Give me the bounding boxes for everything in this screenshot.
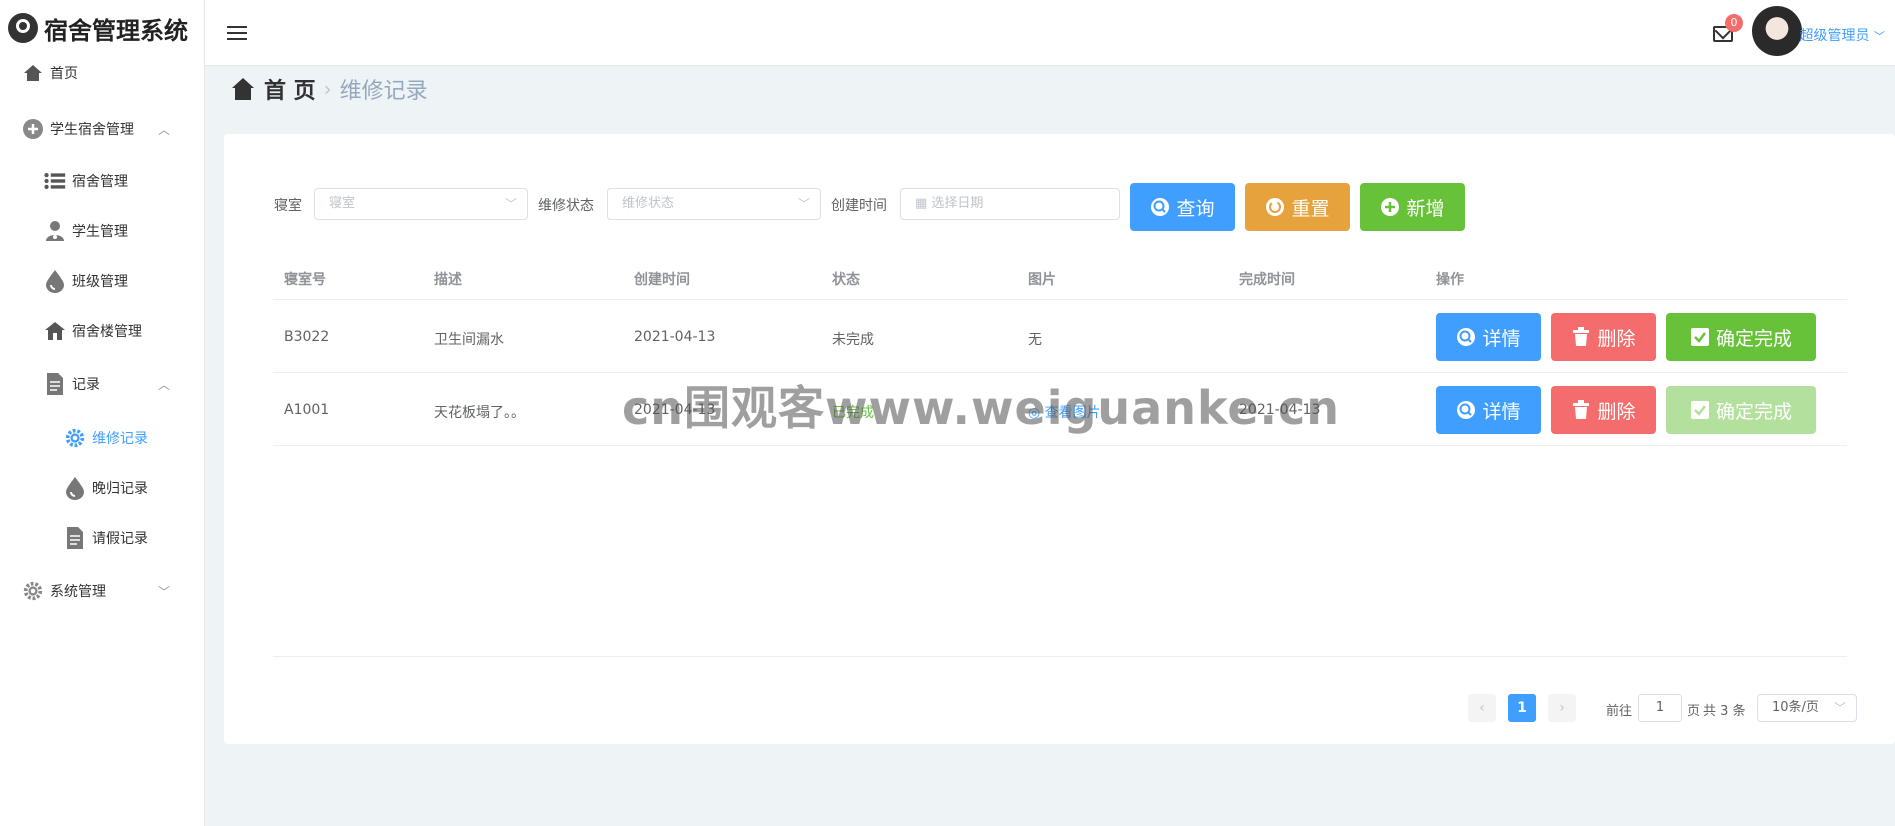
column-header-actions: 操作 bbox=[1436, 272, 1464, 288]
top-header: 0 超级管理员 ﹀ bbox=[205, 0, 1895, 66]
total-count: 共 3 条 bbox=[1703, 704, 1746, 719]
plus-circle-icon bbox=[1380, 197, 1400, 217]
column-header-status: 状态 bbox=[832, 272, 860, 288]
goto-page-input[interactable]: 1 bbox=[1638, 694, 1682, 722]
dorm-filter-label: 寝室 bbox=[274, 198, 302, 214]
column-header-description: 描述 bbox=[434, 272, 462, 288]
breadcrumb-current: 维修记录 bbox=[339, 79, 428, 104]
date-picker[interactable]: ▦ 选择日期 bbox=[900, 188, 1120, 220]
gear-icon bbox=[22, 580, 44, 602]
delete-button[interactable]: 删除 bbox=[1551, 313, 1656, 361]
cell-status: 未完成 bbox=[832, 332, 874, 348]
user-name: 超级管理员 bbox=[1799, 28, 1870, 44]
add-button[interactable]: 新增 bbox=[1360, 183, 1465, 231]
home-icon bbox=[230, 78, 256, 100]
dorm-select[interactable]: 寝室 ﹀ bbox=[314, 188, 528, 220]
breadcrumb: 首 页 › 维修记录 bbox=[230, 74, 428, 104]
cell-image: 无 bbox=[1028, 332, 1042, 348]
detail-button[interactable]: 详情 bbox=[1436, 386, 1541, 434]
status-select[interactable]: 维修状态 ﹀ bbox=[607, 188, 821, 220]
chevron-up-icon: ︿ bbox=[157, 122, 170, 137]
app-logo: 宿舍管理系统 bbox=[8, 10, 188, 46]
cell-created: 2021-04-13 bbox=[634, 329, 716, 345]
status-filter-label: 维修状态 bbox=[538, 198, 594, 214]
logo-icon bbox=[8, 13, 38, 43]
search-icon bbox=[1456, 327, 1476, 347]
user-icon bbox=[44, 220, 66, 242]
cell-description: 天花板塌了。。 bbox=[434, 405, 525, 421]
calendar-icon: ▦ bbox=[915, 196, 932, 211]
watermark: cn围观客www.weiguanke.cn bbox=[622, 381, 1341, 435]
gear-icon bbox=[64, 427, 86, 449]
sidebar-item-buildings[interactable]: 宿舍楼管理 bbox=[44, 320, 142, 342]
search-icon bbox=[1150, 197, 1170, 217]
content-card bbox=[224, 134, 1895, 744]
column-header-dorm: 寝室号 bbox=[284, 272, 326, 288]
home-icon bbox=[22, 62, 44, 84]
chevron-down-icon: ﹀ bbox=[1833, 701, 1846, 715]
document-icon bbox=[44, 373, 66, 395]
created-filter-label: 创建时间 bbox=[831, 198, 887, 214]
breadcrumb-home[interactable]: 首 页 bbox=[264, 73, 316, 105]
sidebar-item-system-management[interactable]: 系统管理 ﹀ bbox=[22, 580, 190, 602]
collapse-menu-icon[interactable] bbox=[227, 26, 247, 42]
notification-badge: 0 bbox=[1725, 14, 1743, 32]
chevron-down-icon: ﹀ bbox=[1874, 30, 1885, 43]
chevron-down-icon: ﹀ bbox=[797, 197, 810, 211]
chevron-up-icon: ︿ bbox=[157, 377, 170, 392]
avatar[interactable] bbox=[1752, 6, 1802, 56]
sidebar: 宿舍管理系统 首页 学生宿舍管理 ︿ 宿舍管理 学生管理 班级管理 宿舍楼管理 … bbox=[0, 0, 205, 826]
app-title: 宿舍管理系统 bbox=[44, 16, 188, 45]
plus-circle-icon bbox=[22, 118, 44, 140]
column-header-finished: 完成时间 bbox=[1239, 272, 1295, 288]
row-divider bbox=[273, 299, 1847, 300]
search-icon bbox=[1456, 400, 1476, 420]
query-button[interactable]: 查询 bbox=[1130, 183, 1235, 231]
sidebar-item-records[interactable]: 记录 ︿ bbox=[44, 373, 190, 395]
column-header-image: 图片 bbox=[1028, 272, 1056, 288]
delete-button[interactable]: 删除 bbox=[1551, 386, 1656, 434]
next-page-button[interactable]: › bbox=[1548, 694, 1576, 722]
sidebar-item-leave-records[interactable]: 请假记录 bbox=[64, 527, 148, 549]
confirm-complete-button-disabled: 确定完成 bbox=[1666, 386, 1816, 434]
refresh-icon bbox=[1265, 197, 1285, 217]
detail-button[interactable]: 详情 bbox=[1436, 313, 1541, 361]
chevron-down-icon: ﹀ bbox=[504, 197, 517, 211]
cell-description: 卫生间漏水 bbox=[434, 332, 504, 348]
sidebar-item-dorm-management[interactable]: 学生宿舍管理 ︿ bbox=[22, 118, 190, 140]
table-bottom-border bbox=[273, 656, 1847, 657]
sidebar-item-late-return-records[interactable]: 晚归记录 bbox=[64, 477, 148, 500]
row-divider bbox=[273, 445, 1847, 446]
drop-icon bbox=[44, 270, 66, 293]
cell-dorm: B3022 bbox=[284, 329, 330, 345]
page-suffix: 页 bbox=[1687, 704, 1701, 719]
confirm-complete-button[interactable]: 确定完成 bbox=[1666, 313, 1816, 361]
check-icon bbox=[1690, 327, 1710, 347]
cell-dorm: A1001 bbox=[284, 402, 330, 418]
prev-page-button[interactable]: ‹ bbox=[1468, 694, 1496, 722]
list-icon bbox=[44, 170, 66, 192]
sidebar-item-students[interactable]: 学生管理 bbox=[44, 220, 128, 242]
drop-icon bbox=[64, 477, 86, 500]
goto-label: 前往 bbox=[1606, 704, 1633, 719]
page-size-select[interactable]: 10条/页 ﹀ bbox=[1757, 694, 1857, 722]
building-icon bbox=[44, 320, 66, 342]
user-menu[interactable]: 超级管理员 ﹀ bbox=[1800, 25, 1885, 45]
reset-button[interactable]: 重置 bbox=[1245, 183, 1350, 231]
trash-icon bbox=[1571, 327, 1591, 347]
sidebar-item-repair-records[interactable]: 维修记录 bbox=[64, 427, 148, 449]
sidebar-item-home[interactable]: 首页 bbox=[22, 62, 78, 84]
sidebar-item-classes[interactable]: 班级管理 bbox=[44, 270, 128, 293]
breadcrumb-separator: › bbox=[323, 77, 332, 101]
page-number[interactable]: 1 bbox=[1508, 694, 1536, 722]
chevron-down-icon: ﹀ bbox=[157, 584, 170, 599]
document-icon bbox=[64, 527, 86, 549]
sidebar-item-dorms[interactable]: 宿舍管理 bbox=[44, 170, 128, 192]
check-icon bbox=[1690, 400, 1710, 420]
trash-icon bbox=[1571, 400, 1591, 420]
column-header-created: 创建时间 bbox=[634, 272, 690, 288]
